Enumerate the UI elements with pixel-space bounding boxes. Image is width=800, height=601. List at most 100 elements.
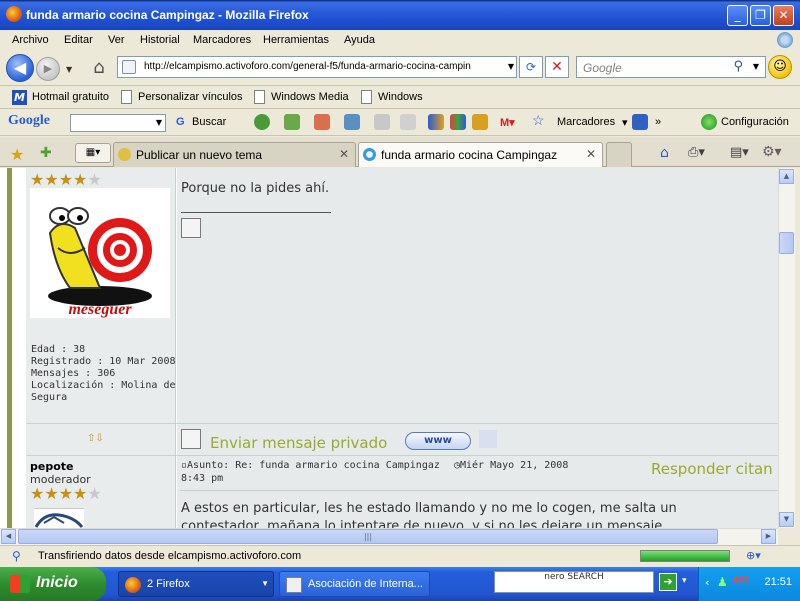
post-message-line-1: A estos en particular, les he estado lla… [181,501,677,516]
card-icon[interactable] [314,114,330,130]
menu-editar[interactable]: Editar [64,34,93,46]
minimize-button[interactable]: _ [727,5,748,26]
search-engine-dropdown-icon[interactable]: ▼ [753,62,759,71]
taskbar-asociacion[interactable]: Asociación de Interna... [279,571,430,597]
menu-ver[interactable]: Ver [108,34,125,46]
puzzle-icon[interactable] [254,114,270,130]
home-icon[interactable]: ⌂ [660,145,669,161]
scroll-up-button[interactable]: ▲ [779,169,794,184]
chevron-down-icon: ▼ [261,579,269,588]
google-settings-button[interactable]: Configuración [721,116,789,128]
close-tab-icon[interactable]: ✕ [339,147,349,161]
gear-icon[interactable]: ⚙▾ [762,144,782,160]
google-logo[interactable]: Google [8,113,50,129]
ati-icon[interactable]: ATI [733,576,749,586]
print-icon[interactable]: ⎙▾ [688,145,705,160]
chevron-down-icon[interactable]: ▾ [682,576,687,586]
reload-button[interactable]: ⟳ [519,56,543,78]
star-filled-icon: ★ [30,170,45,189]
maximize-button[interactable]: ❐ [750,5,771,26]
reply-quote-link[interactable]: Responder citan [651,460,773,478]
url-dropdown-icon[interactable]: ▼ [508,62,514,71]
search-box[interactable]: Google ⚲ ▼ [576,56,766,78]
gmail-icon[interactable]: M▾ [500,116,515,129]
tab-list-button[interactable]: ▦▾ [75,143,111,163]
pencil-icon[interactable] [632,114,648,130]
bookmark-hotmail[interactable]: Hotmail gratuito [32,91,109,103]
start-button[interactable]: Inicio [0,567,106,601]
bookmark-windows[interactable]: Windows [378,91,423,103]
vertical-scrollbar[interactable] [778,168,795,528]
google-search-input[interactable]: ▼ [70,114,166,132]
menu-historial[interactable]: Historial [140,34,180,46]
taskbar-item-label: 2 Firefox [147,578,190,590]
nero-go-button[interactable]: ➔ [659,573,677,591]
url-bar[interactable]: http://elcampismo.activoforo.com/general… [117,56,517,78]
poster-username[interactable]: pepote [30,460,73,473]
up-down-arrows-icon[interactable]: ⇧⇩ [87,433,104,444]
page-menu-icon[interactable]: ▤▾ [730,145,749,160]
google-search-button[interactable]: Buscar [192,116,226,128]
avatar: meseguer [30,188,170,318]
tools-icon[interactable] [472,114,488,130]
google-logo-text: Google [8,113,50,128]
loading-progress [640,550,730,562]
close-tab-icon[interactable]: ✕ [586,147,596,161]
nero-search-box[interactable]: nero SEARCH [494,571,654,593]
scroll-right-button[interactable]: ▶ [761,529,776,544]
home-button[interactable]: ⌂ [88,57,110,79]
checkmark-icon[interactable] [428,114,444,130]
star-filled-icon: ★ [73,170,88,189]
scissors-icon[interactable] [374,114,390,130]
menu-ayuda[interactable]: Ayuda [344,34,375,46]
forward-button[interactable]: ▶ [36,57,60,81]
menu-archivo[interactable]: Archivo [12,34,49,46]
chevron-down-icon[interactable]: ▾ [622,116,628,129]
smiley-icon[interactable]: ☺ [768,55,792,79]
bookmark-windows-media[interactable]: Windows Media [271,91,349,103]
user-icon[interactable]: ♟ [717,575,728,589]
star-icon[interactable]: ☆ [532,112,545,129]
avatar-image [34,513,84,528]
messenger-icon[interactable] [479,430,497,448]
news-icon[interactable] [284,114,300,130]
google-g-icon: G [176,116,185,128]
start-label: Inicio [36,574,78,591]
avatar [34,508,84,528]
vertical-scroll-thumb[interactable] [779,232,794,254]
tab-funda-armario[interactable]: funda armario cocina Campingaz ✕ [358,142,603,167]
scroll-left-button[interactable]: ◀ [1,529,16,544]
stop-button[interactable]: ✕ [545,56,569,78]
send-private-message-link[interactable]: Enviar mensaje privado [210,434,387,452]
url-text[interactable]: http://elcampismo.activoforo.com/general… [144,61,504,72]
back-button[interactable]: ◀ [6,54,34,82]
zoom-icon[interactable]: ⊕▾ [746,549,761,562]
horizontal-scroll-thumb[interactable]: ||| [18,529,718,544]
profile-edad: Edad : 38 [31,344,86,355]
bookmark-personalizar[interactable]: Personalizar vínculos [138,91,243,103]
star-filled-icon: ★ [44,170,59,189]
star-filled-icon: ★ [44,484,59,503]
profile-info: Edad : 38 Registrado : 10 Mar 2008 Mensa… [31,344,176,404]
profile-image-icon[interactable] [181,429,201,449]
chevron-down-icon[interactable]: ▼ [156,118,162,127]
add-bookmark-icon[interactable]: ✚ [40,145,52,161]
bookmark-star-icon[interactable]: ★ [10,145,24,164]
new-tab-button[interactable] [606,142,632,167]
taskbar-firefox-group[interactable]: 2 Firefox ▼ [118,571,274,597]
tray-expand-icon[interactable]: ‹ [705,576,709,589]
menu-herramientas[interactable]: Herramientas [263,34,329,46]
window-icon[interactable] [344,114,360,130]
copy-icon[interactable] [400,114,416,130]
translate-icon[interactable] [450,114,466,130]
tab-publicar[interactable]: Publicar un nuevo tema ✕ [113,142,356,167]
search-icon[interactable]: ⚲ [733,59,743,74]
www-button[interactable]: www [405,432,471,450]
google-bookmarks-button[interactable]: Marcadores [557,116,615,128]
scroll-down-button[interactable]: ▼ [779,512,794,527]
menu-marcadores[interactable]: Marcadores [193,34,251,46]
close-button[interactable]: ✕ [773,5,794,26]
more-tools-button[interactable]: » [655,116,661,128]
history-dropdown-icon[interactable]: ▼ [66,65,72,74]
row-divider [26,423,778,424]
